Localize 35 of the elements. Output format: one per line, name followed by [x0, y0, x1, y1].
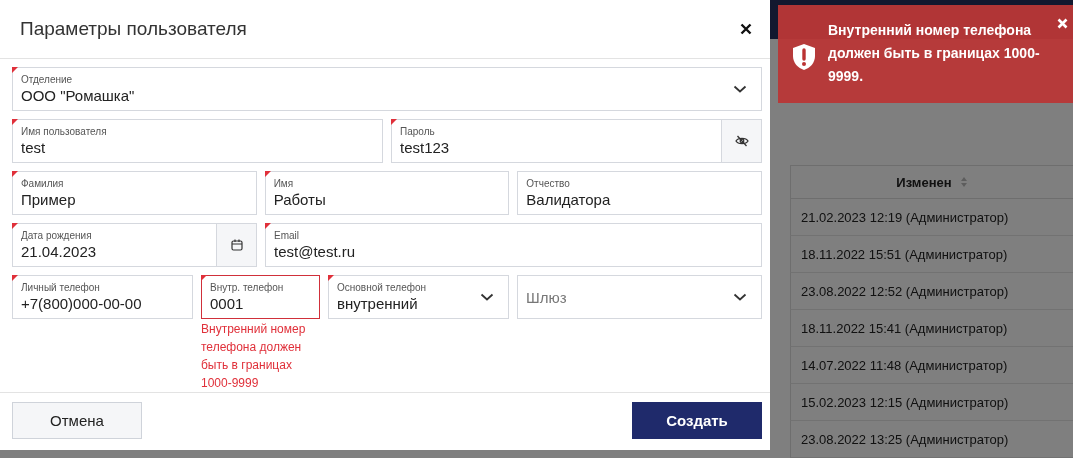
- table-cell-text: 23.08.2022 13:25 (Администратор): [800, 431, 1009, 447]
- input-field[interactable]: Внутр. телефон 0001: [201, 275, 320, 319]
- calendar-icon: [230, 239, 243, 251]
- select-field[interactable]: Шлюз: [517, 275, 762, 319]
- table-cell-text: 15.02.2023 12:15 (Администратор): [800, 394, 1009, 410]
- toast-message: Внутренний номер телефона должен быть в границах 1000-9999.: [828, 21, 1041, 86]
- table-cell-text: 14.07.2022 11:48 (Администратор): [800, 357, 1008, 373]
- create-button[interactable]: Создать: [632, 402, 762, 439]
- chevron-down-icon: [733, 293, 747, 301]
- select-field[interactable]: Основной телефон внутренний: [328, 275, 509, 319]
- select-field[interactable]: Отделение ООО "Ромашка": [12, 67, 762, 111]
- input-field[interactable]: Отчество Валидатора: [517, 171, 762, 215]
- input-field[interactable]: Пароль test123: [391, 119, 762, 163]
- input-field[interactable]: Личный телефон +7(800)000-00-00: [12, 275, 193, 319]
- calendar-button[interactable]: [216, 224, 256, 266]
- table-cell-text: 18.11.2022 15:51 (Администратор): [800, 246, 1008, 262]
- close-icon[interactable]: [740, 23, 752, 35]
- error-message: Внутренний номер телефона должен быть в границах 1000-9999: [201, 321, 307, 392]
- input-field[interactable]: Имя пользователя test: [12, 119, 383, 163]
- input-field[interactable]: Фамилия Пример: [12, 171, 257, 215]
- visibility-toggle-button[interactable]: [721, 120, 761, 162]
- shield-warning-icon: [792, 43, 816, 71]
- cancel-button[interactable]: Отмена: [12, 402, 142, 439]
- input-field[interactable]: Имя Работы: [264, 171, 510, 215]
- chevron-down-icon: [480, 293, 494, 301]
- eye-off-icon: [734, 135, 749, 147]
- dialog-title: Параметры пользователя: [20, 18, 247, 40]
- sort-icon: [959, 176, 968, 188]
- input-field[interactable]: Дата рождения 21.04.2023: [12, 223, 257, 267]
- table-cell-text: 23.08.2022 12:52 (Администратор): [800, 283, 1009, 299]
- column-header[interactable]: Изменен: [791, 166, 1073, 198]
- chevron-down-icon: [733, 85, 747, 93]
- table-cell-text: 21.02.2023 12:19 (Администратор): [800, 209, 1009, 225]
- table-cell-text: 18.11.2022 15:41 (Администратор): [800, 320, 1008, 336]
- input-field[interactable]: Email test@test.ru: [265, 223, 762, 267]
